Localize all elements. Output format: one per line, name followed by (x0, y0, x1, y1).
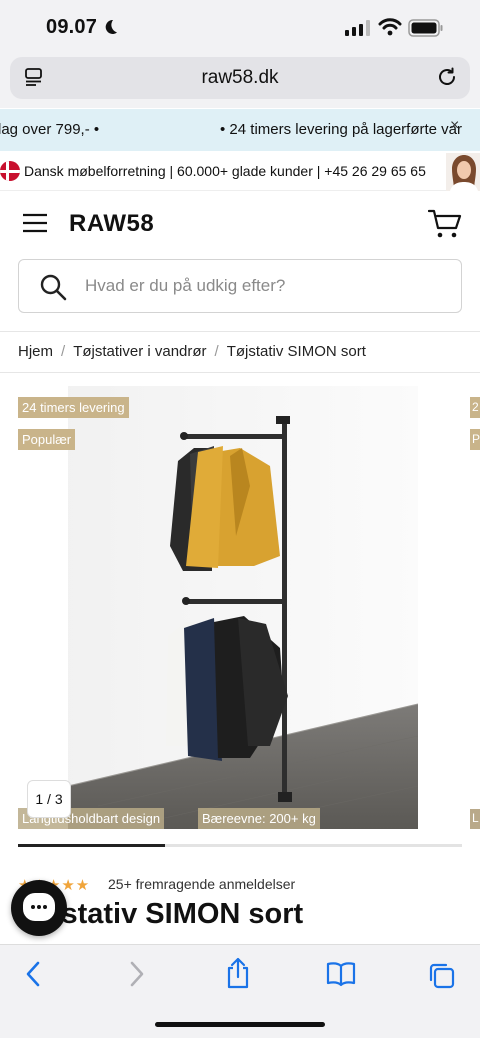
product-photo-illustration (18, 386, 418, 829)
gallery-progress-bar (18, 844, 462, 847)
status-time: 09.07 (46, 16, 98, 38)
search-icon[interactable] (39, 273, 67, 301)
product-image[interactable] (18, 386, 418, 829)
home-indicator (155, 1022, 325, 1027)
breadcrumb-home[interactable]: Hjem (18, 343, 53, 360)
breadcrumb-separator: / (214, 343, 219, 360)
back-icon[interactable] (24, 961, 42, 987)
denmark-flag-icon (0, 161, 20, 181)
search-box[interactable] (18, 259, 462, 313)
breadcrumb-current: Tøjstativ SIMON sort (226, 343, 366, 360)
url-text[interactable]: raw58.dk (10, 67, 470, 89)
signal-icon (345, 20, 370, 36)
address-bar[interactable]: raw58.dk (10, 57, 470, 99)
moon-icon (105, 19, 117, 34)
close-icon[interactable]: × (450, 117, 459, 135)
forward-icon[interactable] (128, 961, 146, 987)
announcement-text-right: • 24 timers levering på lagerførte var (220, 121, 463, 138)
image-counter: 1 / 3 (27, 780, 71, 818)
reviews-text[interactable]: 25+ fremragende anmeldelser (108, 876, 295, 892)
reload-icon[interactable] (436, 66, 458, 88)
status-bar: 09.07 (0, 0, 480, 56)
gallery-progress-fill (18, 844, 165, 847)
next-image-badge-delivery: 2 (470, 397, 480, 418)
cart-icon[interactable] (428, 209, 462, 239)
announcement-bar: lag over 799,- • • 24 timers levering på… (0, 109, 480, 151)
site-logo[interactable]: RAW58 (69, 210, 154, 238)
next-image-badge-popular: P (470, 429, 480, 450)
badge-load-capacity: Bæreevne: 200+ kg (198, 808, 320, 829)
breadcrumb: Hjem / Tøjstativer i vandrør / Tøjstativ SIM… (0, 331, 480, 373)
wifi-icon (378, 18, 402, 36)
info-bar: Dansk møbelforretning | 60.000+ glade ku… (0, 151, 480, 191)
breadcrumb-category[interactable]: Tøjstativer i vandrør (73, 343, 206, 360)
tabs-icon[interactable] (428, 962, 456, 990)
menu-icon[interactable] (22, 213, 48, 233)
search-input[interactable] (85, 272, 445, 300)
bookmarks-icon[interactable] (326, 961, 356, 987)
browser-toolbar: raw58.dk (0, 56, 480, 108)
support-person-avatar (446, 153, 480, 191)
share-icon[interactable] (226, 957, 250, 989)
info-text: Dansk møbelforretning | 60.000+ glade ku… (24, 163, 426, 179)
announcement-text-left: lag over 799,- • (0, 121, 100, 138)
badge-delivery: 24 timers levering (18, 397, 129, 418)
chat-icon (23, 893, 55, 921)
badge-popular: Populær (18, 429, 76, 450)
next-image-badge-design: L (470, 809, 480, 829)
chat-button[interactable] (11, 880, 67, 936)
battery-icon (408, 19, 443, 37)
breadcrumb-separator: / (61, 343, 66, 360)
site-header: RAW58 (0, 191, 480, 255)
